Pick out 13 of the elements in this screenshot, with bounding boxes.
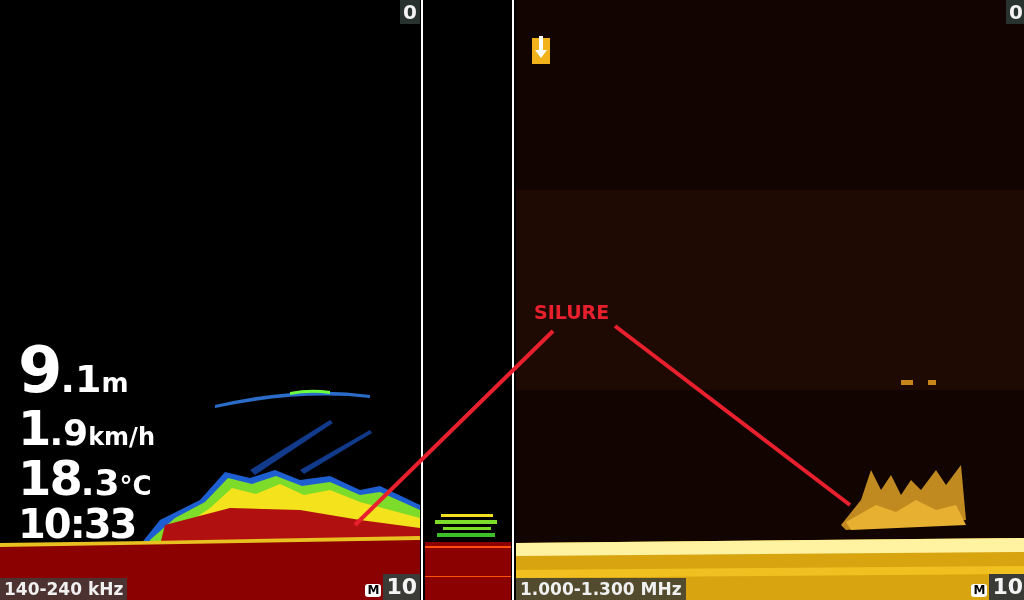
annotation-label: SILURE xyxy=(534,301,610,323)
frequency-label: 1.000-1.300 MHz xyxy=(516,578,686,600)
depth-scale-top: 0 xyxy=(1006,0,1024,24)
data-readout: 9.1m xyxy=(18,338,130,402)
range-mode-label: M xyxy=(971,584,988,597)
frequency-label: 140-240 kHz xyxy=(0,578,128,600)
range-mode-label: M xyxy=(365,584,382,597)
data-readout: 1.9km/h xyxy=(18,404,155,452)
data-readout: 18.3°C xyxy=(18,454,153,502)
data-readout: 10:33 xyxy=(18,504,137,544)
depth-scale-top: 0 xyxy=(400,0,420,24)
depth-scale-bottom: 10 xyxy=(989,574,1024,600)
depth-scale-bottom: 10 xyxy=(383,574,420,600)
